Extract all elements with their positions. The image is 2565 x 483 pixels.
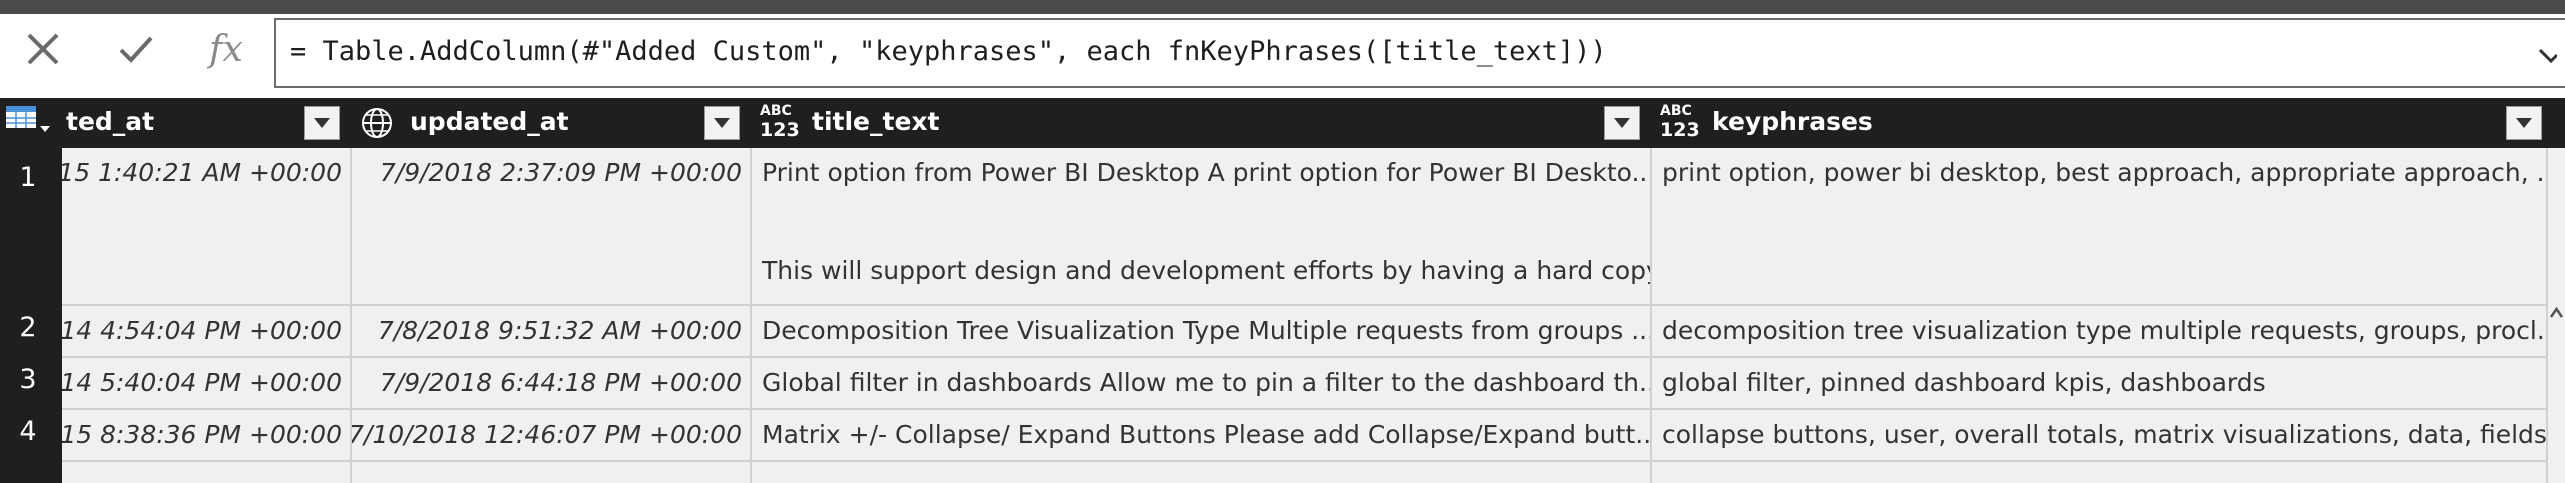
- cell-text: Decomposition Tree Visualization Type Mu…: [762, 316, 1652, 345]
- row-number[interactable]: 3: [0, 364, 56, 395]
- cancel-button[interactable]: [0, 14, 86, 84]
- cell-text: Matrix +/- Collapse/ Expand Buttons Plea…: [762, 420, 1652, 449]
- cell-text: global filter, pinned dashboard kpis, da…: [1662, 368, 2266, 397]
- column-name: keyphrases: [1712, 107, 1873, 136]
- abc-123-icon: ABC 123: [760, 102, 800, 140]
- table-cell[interactable]: 015 1:40:21 AM +00:00: [62, 148, 352, 306]
- table-cell[interactable]: 7/9/2018 2:37:09 PM +00:00: [352, 148, 752, 306]
- table-cell[interactable]: 014 5:40:04 PM +00:00: [62, 358, 352, 410]
- row-number[interactable]: 2: [0, 312, 56, 343]
- cell-text: 014 5:40:04 PM +00:00: [62, 368, 342, 397]
- vertical-scrollbar[interactable]: [2548, 283, 2565, 483]
- table-cell[interactable]: 7/9/2018 6:44:18 PM +00:00: [352, 358, 752, 410]
- table-menu-button[interactable]: [0, 98, 62, 148]
- type-icon-line2: 123: [760, 119, 800, 141]
- cell-text: 7/9/2018 6:44:18 PM +00:00: [379, 368, 742, 397]
- table-cell[interactable]: Decomposition Tree Visualization Type Mu…: [752, 306, 1652, 358]
- table-cell-partial[interactable]: [752, 462, 1652, 483]
- table-icon: [6, 106, 50, 132]
- table-cell[interactable]: 7/8/2018 9:51:32 AM +00:00: [352, 306, 752, 358]
- cell-text: collapse buttons, user, overall totals, …: [1662, 420, 2548, 449]
- formula-bar: fx = Table.AddColumn(#"Added Custom", "k…: [0, 14, 2565, 100]
- table-cell[interactable]: 7/10/2018 12:46:07 PM +00:00: [352, 410, 752, 462]
- chevron-down-icon: [1614, 118, 1630, 128]
- data-grid: ted_at updated_at ABC 123 title_text ABC…: [0, 98, 2565, 483]
- fx-label: fx: [209, 28, 243, 70]
- table-cell-partial[interactable]: [62, 462, 352, 483]
- filter-dropdown-button[interactable]: [304, 106, 340, 140]
- table-cell[interactable]: Print option from Power BI Desktop A pri…: [752, 148, 1652, 306]
- table-cell[interactable]: collapse buttons, user, overall totals, …: [1652, 410, 2548, 462]
- check-icon: [119, 36, 153, 63]
- formula-input[interactable]: = Table.AddColumn(#"Added Custom", "keyp…: [274, 18, 2565, 88]
- column-name: updated_at: [410, 107, 569, 136]
- cell-text: print option, power bi desktop, best app…: [1662, 158, 2548, 187]
- window-top-strip: [0, 0, 2565, 14]
- column-name: title_text: [812, 107, 940, 136]
- table-cell[interactable]: Global filter in dashboards Allow me to …: [752, 358, 1652, 410]
- chevron-up-icon: [2549, 306, 2564, 318]
- table-cell[interactable]: global filter, pinned dashboard kpis, da…: [1652, 358, 2548, 410]
- filter-dropdown-button[interactable]: [704, 106, 740, 140]
- chevron-down-icon: [714, 118, 730, 128]
- close-icon: [27, 33, 59, 65]
- cell-text: 7/10/2018 12:46:07 PM +00:00: [352, 420, 742, 449]
- row-number[interactable]: 1: [0, 162, 56, 193]
- row-number[interactable]: 4: [0, 416, 56, 447]
- cell-text: 7/8/2018 9:51:32 AM +00:00: [377, 316, 742, 345]
- column-header-keyphrases[interactable]: ABC 123 keyphrases: [1652, 98, 2548, 148]
- table-cell-partial[interactable]: [352, 462, 752, 483]
- cell-text: 7/9/2018 2:37:09 PM +00:00: [379, 158, 742, 187]
- cell-text: 015 8:38:36 PM +00:00: [62, 420, 342, 449]
- chevron-down-icon: [314, 118, 330, 128]
- column-header-updated-at[interactable]: updated_at: [352, 98, 750, 148]
- column-header-title-text[interactable]: ABC 123 title_text: [752, 98, 1650, 148]
- globe-icon: [362, 108, 392, 138]
- cell-text: 015 1:40:21 AM +00:00: [62, 158, 342, 187]
- formula-text: = Table.AddColumn(#"Added Custom", "keyp…: [290, 36, 1607, 67]
- cell-text: Print option from Power BI Desktop A pri…: [762, 158, 1652, 187]
- column-name: ted_at: [66, 107, 155, 136]
- cell-text: Global filter in dashboards Allow me to …: [762, 368, 1652, 397]
- table-cell[interactable]: print option, power bi desktop, best app…: [1652, 148, 2548, 306]
- table-cell[interactable]: decomposition tree visualization type mu…: [1652, 306, 2548, 358]
- filter-dropdown-button[interactable]: [2506, 106, 2542, 140]
- chevron-down-icon: [2516, 118, 2532, 128]
- grid-header: ted_at updated_at ABC 123 title_text ABC…: [0, 98, 2565, 148]
- chevron-down-icon[interactable]: [2539, 40, 2557, 70]
- commit-button[interactable]: [86, 14, 186, 84]
- abc-123-icon: ABC 123: [1660, 102, 1700, 140]
- type-icon-line2: 123: [1660, 119, 1700, 141]
- row-header-column: 1 2 3 4: [0, 148, 62, 483]
- insert-function-button[interactable]: fx: [186, 14, 266, 84]
- cell-text: decomposition tree visualization type mu…: [1662, 316, 2548, 345]
- table-cell[interactable]: 014 4:54:04 PM +00:00: [62, 306, 352, 358]
- column-header-created-at[interactable]: ted_at: [62, 98, 350, 148]
- filter-dropdown-button[interactable]: [1604, 106, 1640, 140]
- table-cell-partial[interactable]: [1652, 462, 2548, 483]
- cell-text: 014 4:54:04 PM +00:00: [62, 316, 342, 345]
- cell-text-line2: This will support design and development…: [762, 256, 1652, 285]
- table-cell[interactable]: 015 8:38:36 PM +00:00: [62, 410, 352, 462]
- table-cell[interactable]: Matrix +/- Collapse/ Expand Buttons Plea…: [752, 410, 1652, 462]
